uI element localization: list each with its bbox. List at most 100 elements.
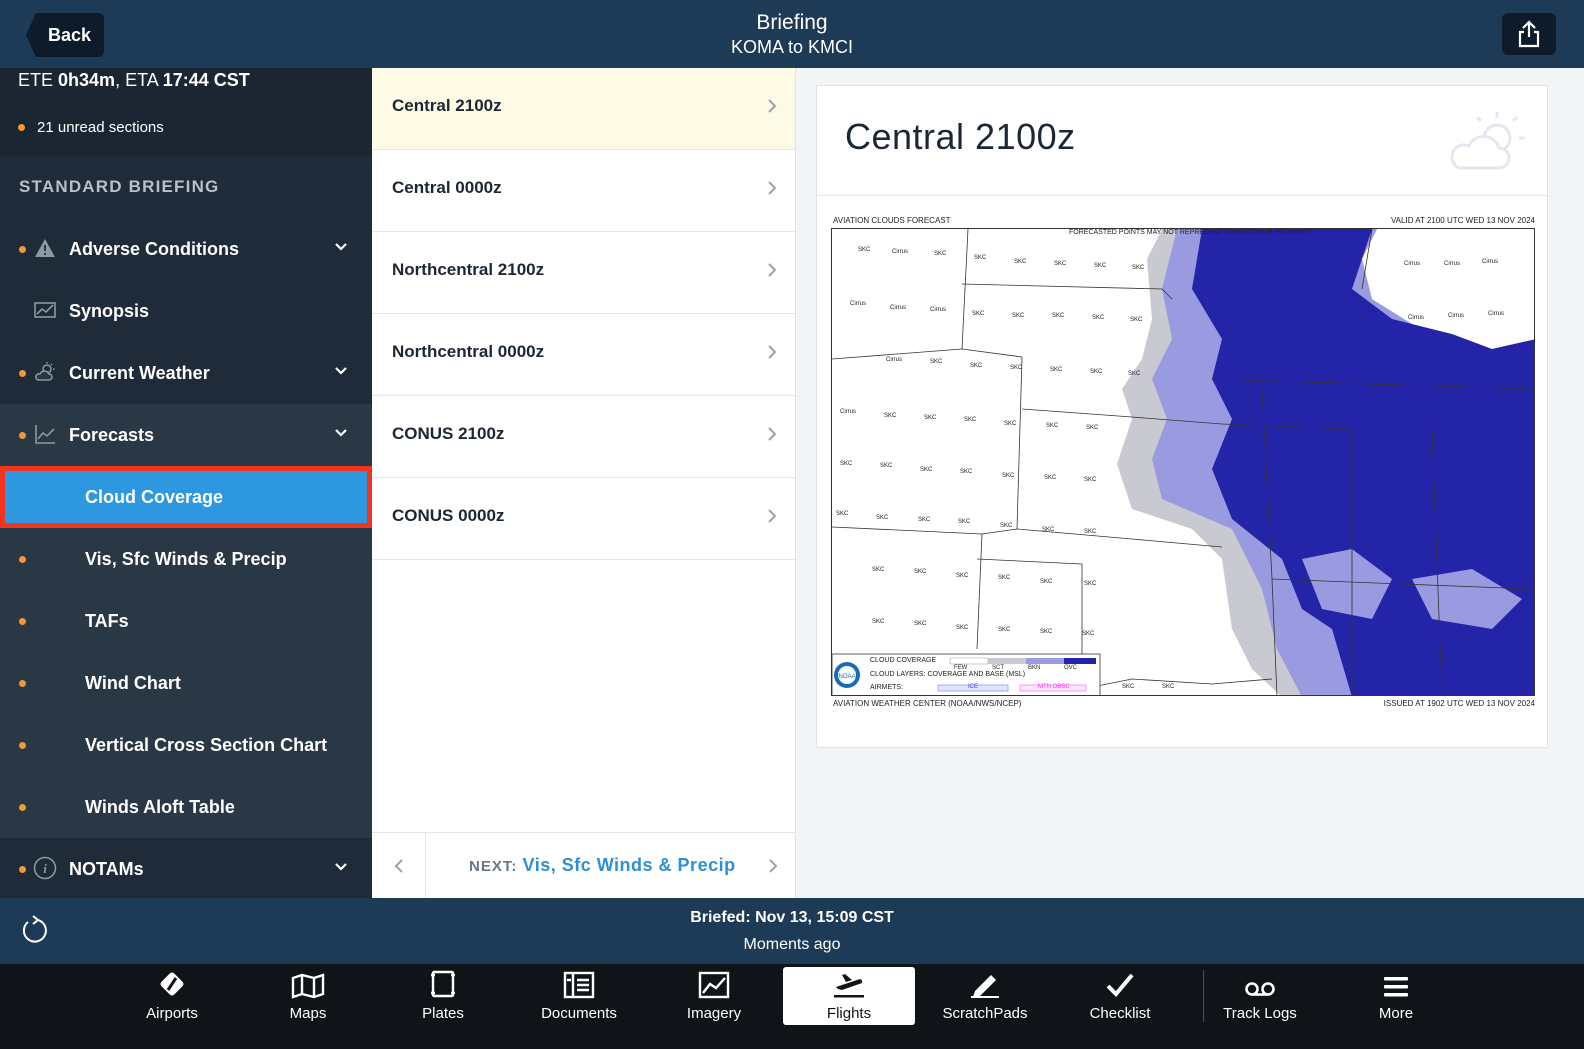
svg-text:NOAA: NOAA [838, 674, 855, 680]
bottom-tab-bar: Airports Maps Plates Documents Imagery F… [0, 964, 1584, 1049]
sidebar-item-wind-chart[interactable]: Wind Chart [0, 652, 372, 714]
sidebar-item-vertical-cross-section[interactable]: Vertical Cross Section Chart [0, 714, 372, 776]
tab-label: Track Logs [1223, 1005, 1297, 1022]
cirrus-label: Cirrus [890, 305, 906, 311]
sidebar-item-label: Winds Aloft Table [85, 796, 235, 817]
cirrus-label: Cirrus [1444, 261, 1460, 267]
legend-ice: ICE [968, 684, 979, 690]
cirrus-label: Cirrus [892, 249, 908, 255]
sidebar-item-label: Adverse Conditions [69, 238, 240, 259]
chevron-right-icon [768, 509, 777, 523]
legend-airmets: AIRMETS: [870, 684, 904, 691]
station-label: SKC [1040, 629, 1053, 635]
station-label: SKC [1042, 527, 1055, 533]
unread-dot [19, 866, 26, 873]
tab-checklist[interactable]: Checklist [1054, 967, 1186, 1025]
station-label: SKC [836, 511, 849, 517]
list-item-conus-0000z[interactable]: CONUS 0000z [372, 478, 795, 560]
list-item-northcentral-0000z[interactable]: Northcentral 0000z [372, 314, 795, 396]
chevron-right-icon [768, 427, 777, 441]
list-item-central-0000z[interactable]: Central 0000z [372, 150, 795, 232]
list-item-central-2100z[interactable]: Central 2100z [372, 68, 795, 150]
sidebar-item-vis-sfc-winds-precip[interactable]: Vis, Sfc Winds & Precip [0, 528, 372, 590]
tab-scratchpads[interactable]: ScratchPads [919, 967, 1051, 1025]
next-section-button[interactable]: NEXT: Vis, Sfc Winds & Precip [469, 855, 736, 876]
warning-icon [35, 239, 55, 257]
eta-prefix: , ETA [115, 70, 163, 90]
sidebar-item-label: Vis, Sfc Winds & Precip [85, 548, 287, 569]
ete-eta-line: ETE 0h34m, ETA 17:44 CST [18, 68, 354, 91]
station-label: SKC [1090, 369, 1103, 375]
sidebar-item-current-weather[interactable]: Current Weather [0, 342, 372, 404]
unread-dot [19, 246, 26, 253]
tab-more[interactable]: More [1330, 967, 1462, 1025]
next-section-bar: NEXT: Vis, Sfc Winds & Precip [372, 832, 796, 899]
cirrus-label: Cirrus [1408, 315, 1424, 321]
ete-value: 0h34m [58, 70, 116, 90]
aviation-clouds-forecast-map[interactable]: AVIATION CLOUDS FORECAST FORECASTED POIN… [829, 211, 1537, 711]
station-label: SKC [1122, 684, 1135, 690]
unread-dot [19, 804, 26, 811]
sidebar-item-cloud-coverage[interactable]: Cloud Coverage [0, 466, 372, 528]
tab-airports[interactable]: Airports [106, 967, 238, 1025]
list-item-conus-2100z[interactable]: CONUS 2100z [372, 396, 795, 478]
station-label: SKC [1092, 315, 1105, 321]
cirrus-label: Cirrus [1404, 261, 1420, 267]
station-label: SKC [1094, 263, 1107, 269]
station-label: SKC [998, 627, 1011, 633]
briefed-relative: Moments ago [743, 936, 841, 953]
station-label: SKC [1044, 475, 1057, 481]
sidebar-item-notams[interactable]: i NOTAMs [0, 838, 372, 898]
sidebar-item-label: TAFs [85, 610, 129, 631]
station-label: SKC [958, 519, 971, 525]
station-label: SKC [934, 251, 947, 257]
eta-value: 17:44 CST [162, 70, 250, 90]
legend-ovc: OVC [1064, 665, 1078, 671]
ete-prefix: ETE [18, 70, 59, 90]
chart-footer-left: AVIATION WEATHER CENTER (NOAA/NWS/NCEP) [833, 699, 1022, 708]
station-label: SKC [1086, 425, 1099, 431]
station-label: SKC [1010, 365, 1023, 371]
chevron-right-icon [768, 345, 777, 359]
sidebar-item-adverse-conditions[interactable]: Adverse Conditions [0, 218, 372, 280]
previous-button[interactable] [372, 833, 426, 899]
list-item-northcentral-2100z[interactable]: Northcentral 2100z [372, 232, 795, 314]
info-icon: i [33, 856, 57, 880]
tab-maps[interactable]: Maps [242, 967, 374, 1025]
share-icon [1518, 20, 1540, 48]
tab-track-logs[interactable]: Track Logs [1194, 967, 1326, 1025]
tab-plates[interactable]: Plates [377, 967, 509, 1025]
chart-header-right: VALID AT 2100 UTC WED 13 NOV 2024 [1390, 216, 1535, 225]
sidebar-item-synopsis[interactable]: Synopsis [0, 280, 372, 342]
chevron-right-icon[interactable] [768, 858, 778, 874]
menu-icon [1384, 977, 1408, 997]
chart-list: Central 2100z Central 0000z Northcentral… [372, 68, 796, 899]
chart-header-left: AVIATION CLOUDS FORECAST [833, 216, 951, 225]
chevron-down-icon [335, 429, 347, 437]
tab-imagery[interactable]: Imagery [648, 967, 780, 1025]
pencil-icon [971, 975, 999, 998]
tab-documents[interactable]: Documents [513, 967, 645, 1025]
sidebar-item-winds-aloft-table[interactable]: Winds Aloft Table [0, 776, 372, 838]
station-label: SKC [840, 461, 853, 467]
map-icon [291, 973, 325, 999]
station-label: SKC [884, 413, 897, 419]
cloud-map: NOAA CLOUD COVERAGE FEW SCT BKN OVC CLOU… [831, 228, 1535, 696]
station-label: SKC [918, 517, 931, 523]
route-subtitle: KOMA to KMCI [730, 37, 854, 57]
legend-mtn-obsc: MTN OBSC [1038, 684, 1070, 690]
chart-footer-right: ISSUED AT 1902 UTC WED 13 NOV 2024 [1383, 699, 1535, 708]
share-button[interactable] [1502, 13, 1556, 55]
tab-label: Checklist [1089, 1005, 1151, 1022]
chart-header-mid: FORECASTED POINTS MAY NOT REPRESENT COND… [1069, 229, 1314, 236]
checkmark-icon [1106, 973, 1134, 997]
legend-bkn: BKN [1028, 665, 1041, 671]
imagery-icon [698, 971, 730, 999]
list-item-label: Northcentral 0000z [392, 342, 545, 361]
legend-layers: CLOUD LAYERS: COVERAGE AND BASE (MSL) [870, 671, 1026, 678]
sidebar-item-tafs[interactable]: TAFs [0, 590, 372, 652]
sidebar-item-forecasts[interactable]: Forecasts [0, 404, 372, 466]
tab-flights[interactable]: Flights [783, 967, 915, 1025]
station-label: SKC [1132, 265, 1145, 271]
sidebar-item-label: Cloud Coverage [85, 486, 224, 507]
